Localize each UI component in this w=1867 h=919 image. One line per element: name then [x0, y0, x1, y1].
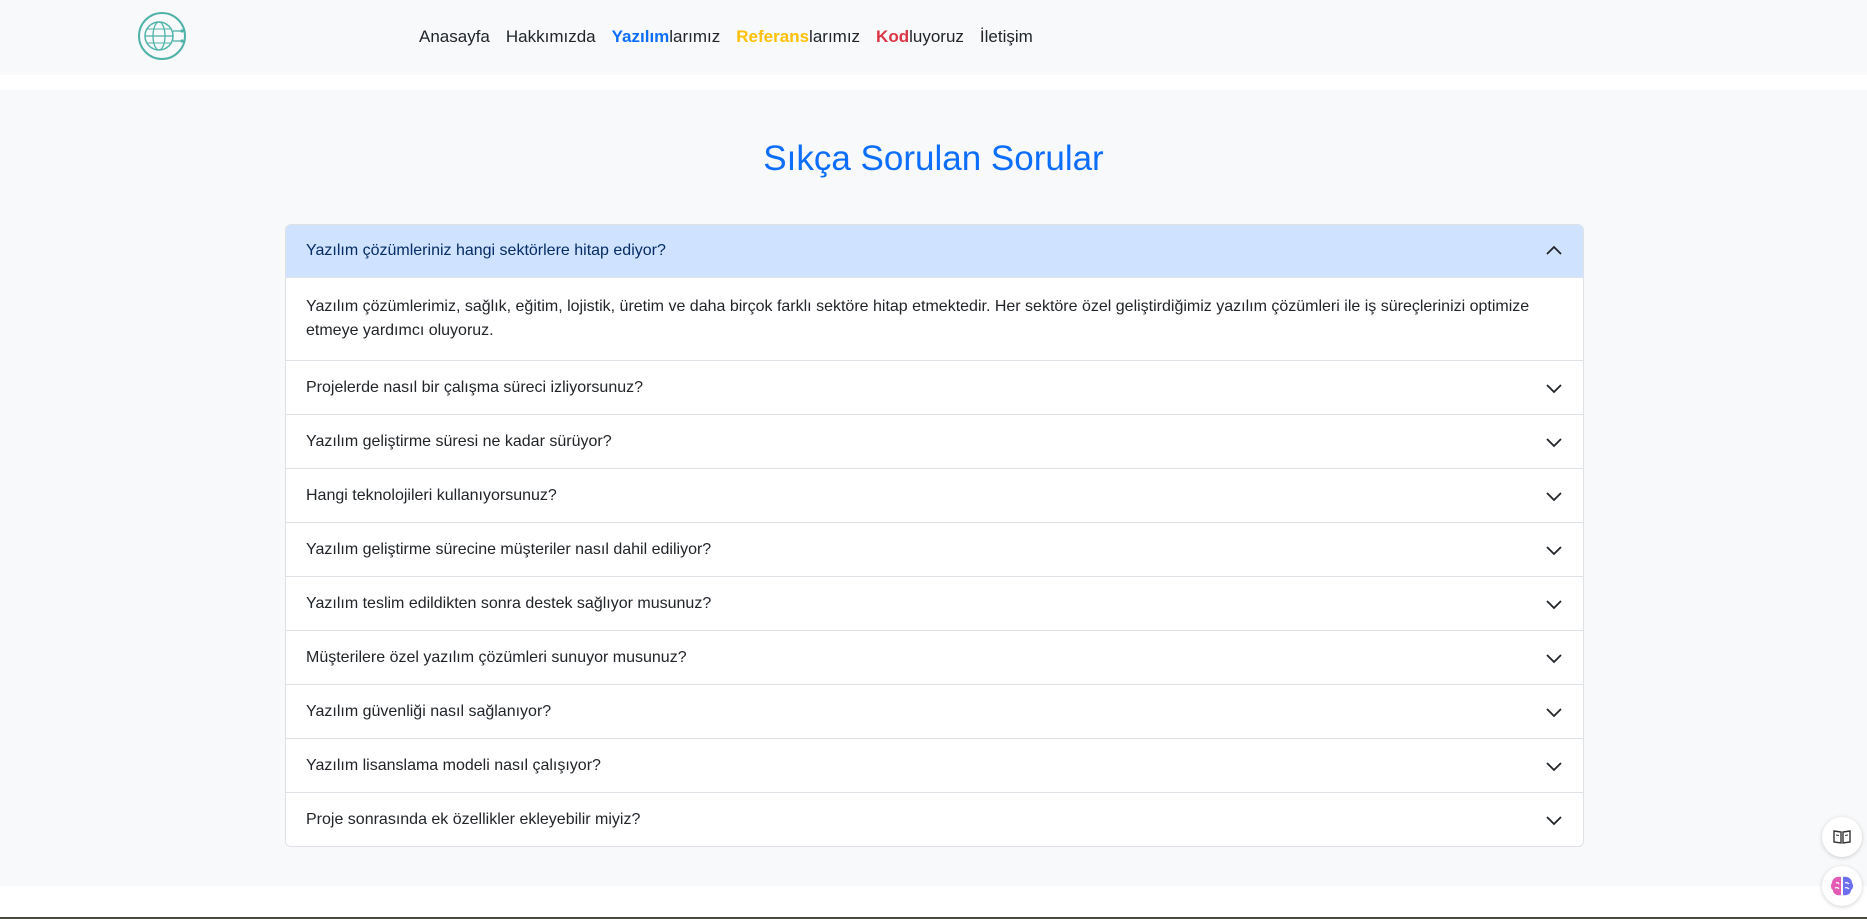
faq-question-button[interactable]: Hangi teknolojileri kullanıyorsunuz? [286, 469, 1583, 522]
faq-item: Müşterilere özel yazılım çözümleri sunuy… [286, 630, 1583, 684]
chevron-down-icon [1546, 491, 1562, 501]
reader-icon [1833, 830, 1851, 844]
nav-link-text: Hakkımızda [505, 27, 596, 46]
faq-item: Yazılım geliştirme süresi ne kadar sürüy… [286, 414, 1583, 468]
nav-links: Anasayfa Hakkımızda Yazılımlarımız Referans… [419, 26, 1033, 48]
reader-mode-button[interactable] [1822, 817, 1862, 857]
nav-link-suffix: larımız [809, 27, 861, 46]
faq-question-text: Hangi teknolojileri kullanıyorsunuz? [306, 486, 557, 504]
nav-link-1[interactable]: Hakkımızda [506, 26, 596, 48]
assistant-button[interactable] [1822, 866, 1862, 906]
faq-question-text: Müşterilere özel yazılım çözümleri sunuy… [306, 648, 687, 666]
faq-item: Yazılım lisanslama modeli nasıl çalışıyo… [286, 738, 1583, 792]
nav-link-text: Anasayfa [419, 27, 490, 46]
nav-link-suffix: larımız [669, 27, 721, 46]
faq-question-button[interactable]: Yazılım güvenliği nasıl sağlanıyor? [286, 685, 1583, 738]
faq-item: Yazılım teslim edildikten sonra destek s… [286, 576, 1583, 630]
chevron-down-icon [1546, 545, 1562, 555]
globe-circuit-logo-icon[interactable] [137, 11, 187, 61]
faq-item: Yazılım güvenliği nasıl sağlanıyor? [286, 684, 1583, 738]
faq-question-text: Proje sonrasında ek özellikler ekleyebil… [306, 810, 641, 828]
chevron-down-icon [1546, 761, 1562, 771]
faq-question-text: Yazılım teslim edildikten sonra destek s… [306, 594, 712, 612]
faq-item: Hangi teknolojileri kullanıyorsunuz? [286, 468, 1583, 522]
faq-item: Yazılım geliştirme sürecine müşteriler n… [286, 522, 1583, 576]
chevron-down-icon [1546, 383, 1562, 393]
faq-question-button[interactable]: Yazılım geliştirme süresi ne kadar sürüy… [286, 415, 1583, 468]
faq-question-button[interactable]: Proje sonrasında ek özellikler ekleyebil… [286, 793, 1583, 846]
nav-link-5[interactable]: İletişim [980, 26, 1033, 48]
chevron-down-icon [1546, 815, 1562, 825]
faq-question-text: Yazılım geliştirme süresi ne kadar sürüy… [306, 432, 612, 450]
brain-icon [1830, 876, 1854, 896]
faq-item: Yazılım çözümleriniz hangi sektörlere hi… [286, 225, 1583, 360]
faq-question-text: Yazılım lisanslama modeli nasıl çalışıyo… [306, 756, 601, 774]
nav-link-4[interactable]: Kodluyoruz [876, 26, 964, 48]
faq-question-button[interactable]: Müşterilere özel yazılım çözümleri sunuy… [286, 631, 1583, 684]
nav-link-3[interactable]: Referanslarımız [736, 26, 860, 48]
navbar: Anasayfa Hakkımızda Yazılımlarımız Referans… [0, 0, 1867, 75]
chevron-down-icon [1546, 437, 1562, 447]
faq-section: Sıkça Sorulan Sorular Yazılım çözümlerin… [0, 90, 1867, 886]
nav-link-0[interactable]: Anasayfa [419, 26, 490, 48]
faq-question-button[interactable]: Yazılım lisanslama modeli nasıl çalışıyo… [286, 739, 1583, 792]
chevron-up-icon [1546, 245, 1562, 255]
faq-question-text: Projelerde nasıl bir çalışma süreci izli… [306, 378, 644, 396]
faq-question-button[interactable]: Yazılım teslim edildikten sonra destek s… [286, 577, 1583, 630]
nav-link-suffix: luyoruz [909, 27, 964, 46]
faq-question-button[interactable]: Yazılım çözümleriniz hangi sektörlere hi… [286, 225, 1583, 278]
faq-accordion: Yazılım çözümleriniz hangi sektörlere hi… [285, 224, 1584, 847]
faq-item: Projelerde nasıl bir çalışma süreci izli… [286, 360, 1583, 414]
chevron-down-icon [1546, 599, 1562, 609]
faq-question-button[interactable]: Projelerde nasıl bir çalışma süreci izli… [286, 361, 1583, 414]
faq-question-text: Yazılım güvenliği nasıl sağlanıyor? [306, 702, 552, 720]
faq-question-button[interactable]: Yazılım geliştirme sürecine müşteriler n… [286, 523, 1583, 576]
nav-link-highlight: Referans [736, 27, 810, 46]
faq-title: Sıkça Sorulan Sorular [763, 139, 1104, 178]
faq-item: Proje sonrasında ek özellikler ekleyebil… [286, 792, 1583, 846]
nav-link-2[interactable]: Yazılımlarımız [612, 26, 721, 48]
faq-question-text: Yazılım geliştirme sürecine müşteriler n… [306, 540, 712, 558]
faq-question-text: Yazılım çözümleriniz hangi sektörlere hi… [306, 242, 666, 259]
faq-answer: Yazılım çözümlerimiz, sağlık, eğitim, lo… [306, 298, 1530, 339]
chevron-down-icon [1546, 653, 1562, 663]
chevron-down-icon [1546, 707, 1562, 717]
nav-link-text: İletişim [979, 27, 1033, 46]
nav-link-highlight: Yazılım [611, 27, 670, 46]
nav-link-highlight: Kod [876, 27, 910, 46]
